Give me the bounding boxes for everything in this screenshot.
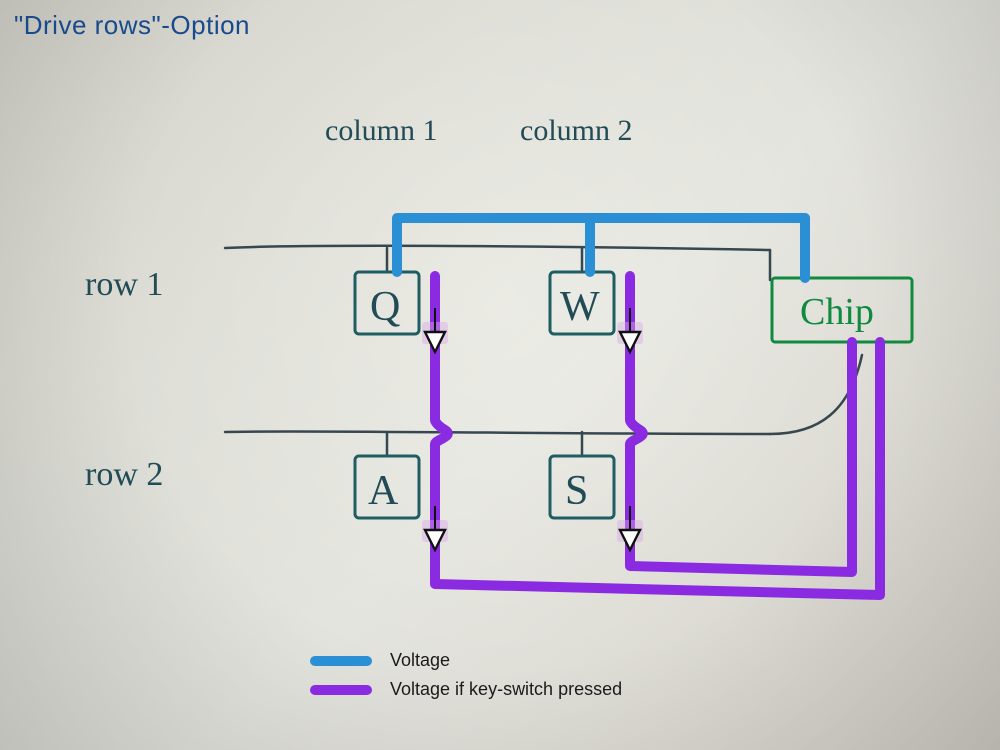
diagram-svg: column 1 column 2 row 1 row 2: [0, 0, 1000, 750]
row-2-label: row 2: [85, 456, 163, 493]
legend-row-voltage: Voltage: [310, 650, 622, 671]
legend-row-voltage-if-pressed: Voltage if key-switch pressed: [310, 679, 622, 700]
key-A-label: A: [368, 468, 399, 514]
column-2-label: column 2: [520, 114, 633, 147]
column-1-label: column 1: [325, 114, 438, 147]
row-1-label: row 1: [85, 266, 163, 303]
legend-swatch-voltage-if-pressed: [310, 685, 372, 695]
legend-swatch-voltage: [310, 656, 372, 666]
diodes: [422, 308, 643, 542]
legend-label-voltage: Voltage: [390, 650, 450, 671]
diagram-stage: "Drive rows"-Option column 1 column 2 ro…: [0, 0, 1000, 750]
key-Q-label: Q: [370, 284, 400, 330]
legend: Voltage Voltage if key-switch pressed: [310, 650, 622, 708]
row-2-wire: [225, 431, 770, 434]
legend-label-voltage-if-pressed: Voltage if key-switch pressed: [390, 679, 622, 700]
key-W-label: W: [560, 284, 600, 330]
chip-label: Chip: [800, 291, 874, 333]
chip-box: Chip: [772, 278, 912, 342]
row-1-wire: [225, 246, 770, 250]
key-S-label: S: [565, 468, 588, 514]
